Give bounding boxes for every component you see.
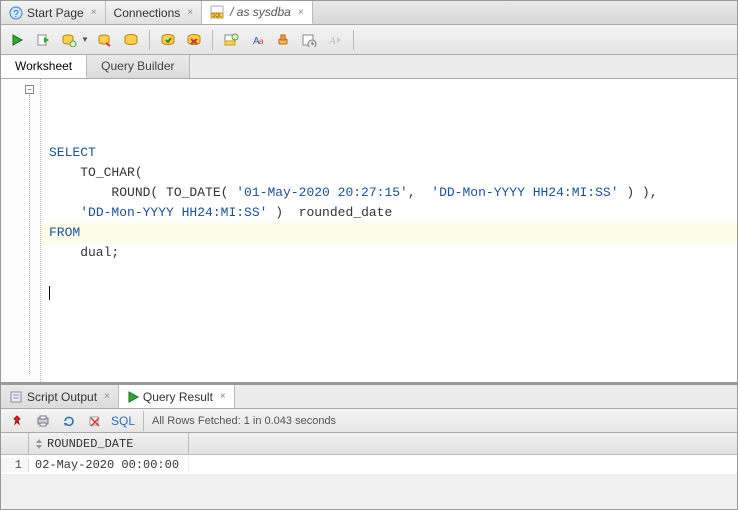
svg-text:?: ? (13, 9, 19, 20)
code-area[interactable]: SELECT TO_CHAR( ROUND( TO_DATE( '01-May-… (41, 79, 737, 382)
sql-file-icon: SQL (210, 5, 226, 19)
separator (149, 30, 150, 50)
pin-icon[interactable] (7, 411, 27, 431)
refresh-icon[interactable] (59, 411, 79, 431)
clear-icon[interactable] (273, 30, 293, 50)
tab-session[interactable]: SQL / as sysdba × (202, 1, 313, 24)
explain-plan-icon[interactable] (59, 30, 79, 50)
separator (212, 30, 213, 50)
results-grid[interactable]: ROUNDED_DATE 1 02-May-2020 00:00:00 (1, 433, 737, 475)
tab-label: Query Result (143, 390, 213, 404)
close-icon[interactable]: × (187, 7, 193, 18)
close-icon[interactable]: × (220, 391, 226, 402)
autotrace-icon[interactable] (95, 30, 115, 50)
separator (143, 411, 144, 431)
tab-query-builder[interactable]: Query Builder (87, 55, 189, 78)
script-output-icon (9, 390, 23, 404)
tab-connections[interactable]: Connections × (106, 1, 203, 24)
rollback-icon[interactable] (184, 30, 204, 50)
output-tab-bar: Script Output × Query Result × (1, 385, 737, 409)
commit-icon[interactable] (158, 30, 178, 50)
svg-text:a: a (259, 37, 264, 46)
dropdown-arrow-icon[interactable]: ▼ (81, 35, 89, 44)
column-header[interactable]: ROUNDED_DATE (29, 433, 189, 454)
text-caret (49, 286, 50, 300)
close-icon[interactable]: × (298, 7, 304, 18)
code-content: SELECT TO_CHAR( ROUND( TO_DATE( '01-May-… (49, 143, 729, 303)
unshared-worksheet-icon[interactable] (221, 30, 241, 50)
close-icon[interactable]: × (91, 7, 97, 18)
format-icon[interactable]: A (325, 30, 345, 50)
tab-label: / as sysdba (230, 5, 291, 19)
to-uppercase-icon[interactable]: Aa (247, 30, 267, 50)
sql-label[interactable]: SQL (111, 414, 135, 428)
svg-text:A: A (328, 35, 336, 47)
tab-label: Script Output (27, 390, 97, 404)
file-tab-bar: ? Start Page × Connections × SQL / as sy… (1, 1, 737, 25)
sort-icon[interactable] (35, 438, 43, 450)
run-icon (127, 391, 139, 403)
tab-worksheet[interactable]: Worksheet (1, 55, 87, 78)
rownum-header (1, 433, 29, 454)
grid-header-row: ROUNDED_DATE (1, 433, 737, 455)
tab-start-page[interactable]: ? Start Page × (1, 1, 106, 24)
sql-history-icon[interactable] (299, 30, 319, 50)
help-icon: ? (9, 6, 23, 20)
separator (353, 30, 354, 50)
table-row[interactable]: 1 02-May-2020 00:00:00 (1, 455, 737, 475)
column-label: ROUNDED_DATE (47, 437, 133, 451)
svg-text:SQL: SQL (212, 13, 222, 19)
tab-query-result[interactable]: Query Result × (119, 385, 235, 408)
print-icon[interactable] (33, 411, 53, 431)
run-script-icon[interactable] (33, 30, 53, 50)
tab-script-output[interactable]: Script Output × (1, 385, 119, 408)
tab-label: Connections (114, 6, 181, 20)
fold-guide (29, 95, 30, 374)
run-icon[interactable] (7, 30, 27, 50)
main-toolbar: ▼ Aa A (1, 25, 737, 55)
cell-rounded-date[interactable]: 02-May-2020 00:00:00 (29, 458, 189, 472)
fold-toggle-icon[interactable]: − (25, 85, 34, 94)
fetch-status: All Rows Fetched: 1 in 0.043 seconds (152, 415, 336, 427)
sql-tuning-icon[interactable] (121, 30, 141, 50)
worksheet-tab-bar: Worksheet Query Builder (1, 55, 737, 79)
output-toolbar: SQL All Rows Fetched: 1 in 0.043 seconds (1, 409, 737, 433)
tab-label: Start Page (27, 6, 84, 20)
row-number: 1 (1, 458, 29, 472)
editor-gutter: − (1, 79, 41, 382)
sql-editor[interactable]: − SELECT TO_CHAR( ROUND( TO_DATE( '01-Ma… (1, 79, 737, 385)
delete-icon[interactable] (85, 411, 105, 431)
close-icon[interactable]: × (104, 391, 110, 402)
